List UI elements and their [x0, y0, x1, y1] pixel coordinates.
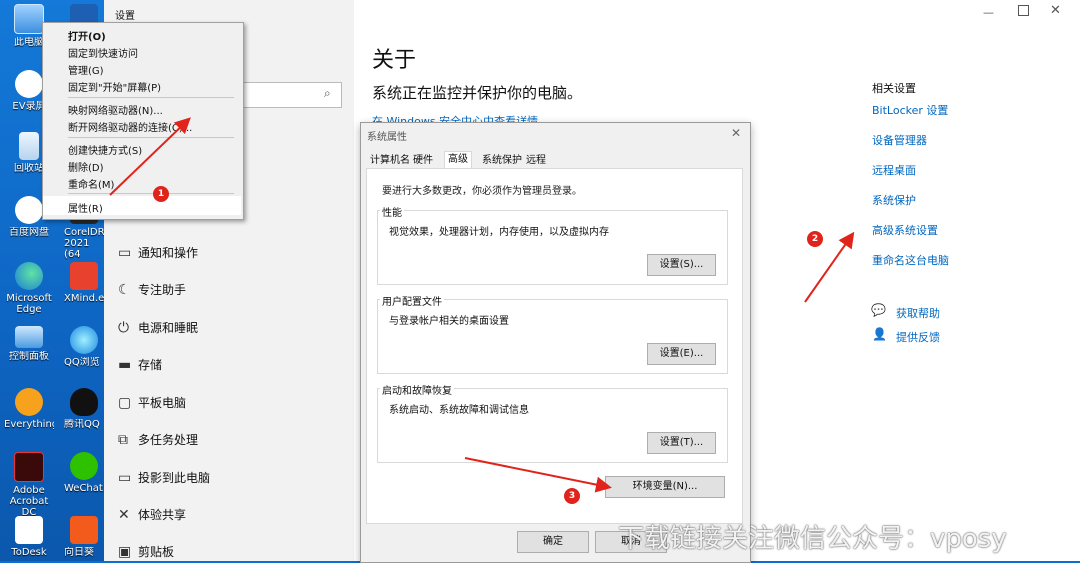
annotation-badge-1: 1 — [153, 186, 169, 202]
arrow-3 — [464, 457, 612, 493]
watermark-text: 下载链接关注微信公众号：vposy — [618, 524, 1007, 554]
annotation-arrows — [109, 117, 855, 493]
annotation-badge-2: 2 — [807, 231, 823, 247]
arrow-1 — [109, 117, 191, 196]
annotation-badge-3: 3 — [564, 488, 580, 504]
